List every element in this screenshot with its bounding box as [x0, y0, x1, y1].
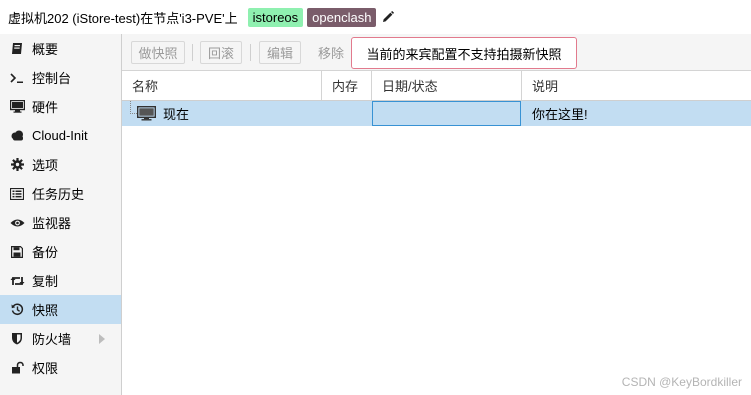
sidebar-item-task-history[interactable]: 任务历史	[0, 179, 121, 208]
column-header-name[interactable]: 名称	[122, 71, 322, 100]
description-cell: 你在这里!	[532, 107, 588, 122]
toolbar-separator	[250, 44, 251, 61]
eye-icon	[9, 215, 25, 231]
tree-connector	[130, 101, 137, 114]
sidebar-item-label: Cloud-Init	[32, 128, 88, 143]
sidebar-item-replication[interactable]: 复制	[0, 266, 121, 295]
terminal-icon	[9, 70, 25, 86]
list-icon	[9, 186, 25, 202]
toolbar-separator	[192, 44, 193, 61]
sidebar-item-snapshots[interactable]: 快照	[0, 295, 121, 324]
monitor-icon	[137, 106, 156, 121]
sidebar-item-monitor[interactable]: 监视器	[0, 208, 121, 237]
remove-button[interactable]: 移除	[310, 41, 352, 64]
date-cell[interactable]	[372, 101, 521, 126]
title-bar: 虚拟机202 (iStore-test)在节点'i3-PVE'上 istoreo…	[0, 0, 751, 34]
current-state-cell: 现在	[137, 101, 189, 126]
rollback-button[interactable]: 回滚	[200, 41, 242, 64]
column-header-description[interactable]: 说明	[522, 71, 751, 100]
take-snapshot-button[interactable]: 做快照	[131, 41, 185, 64]
monitor-icon	[9, 99, 25, 115]
column-header-ram[interactable]: 内存	[322, 71, 372, 100]
cloud-icon	[9, 128, 25, 144]
column-header-date[interactable]: 日期/状态	[372, 71, 522, 100]
book-icon	[9, 41, 25, 57]
vm-title: 虚拟机202 (iStore-test)在节点'i3-PVE'上	[8, 10, 238, 26]
snapshot-name: 现在	[163, 107, 190, 122]
sidebar-item-cloud-init[interactable]: Cloud-Init	[0, 121, 121, 150]
sidebar-item-hardware[interactable]: 硬件	[0, 92, 121, 121]
sidebar-item-summary[interactable]: 概要	[0, 34, 121, 63]
warning-message: 当前的来宾配置不支持拍摄新快照	[351, 37, 577, 69]
edit-button[interactable]: 编辑	[259, 41, 301, 64]
floppy-icon	[9, 244, 25, 260]
sidebar-item-label: 任务历史	[32, 187, 85, 202]
sidebar-item-label: 硬件	[32, 100, 59, 115]
sidebar: 概要 控制台 硬件 Cloud-Init 选项 任务历史 监视器 备份 复制 快…	[0, 34, 122, 395]
retweet-icon	[9, 273, 25, 289]
sidebar-item-firewall[interactable]: 防火墙	[0, 324, 121, 353]
history-icon	[9, 302, 25, 318]
sidebar-item-options[interactable]: 选项	[0, 150, 121, 179]
sidebar-item-backup[interactable]: 备份	[0, 237, 121, 266]
unlock-icon	[9, 360, 25, 376]
sidebar-item-label: 监视器	[32, 216, 72, 231]
sidebar-item-label: 复制	[32, 274, 59, 289]
table-row[interactable]: 现在 你在这里!	[122, 101, 751, 126]
sidebar-item-label: 权限	[32, 361, 59, 376]
sidebar-item-label: 选项	[32, 158, 59, 173]
gear-icon	[9, 157, 25, 173]
snapshot-panel: 做快照 回滚 编辑 移除 当前的来宾配置不支持拍摄新快照 名称 内存 日期/状态…	[122, 34, 751, 395]
tag-openclash[interactable]: openclash	[307, 7, 377, 27]
chevron-right-icon[interactable]	[99, 334, 105, 344]
sidebar-item-label: 备份	[32, 245, 59, 260]
sidebar-item-label: 防火墙	[32, 332, 72, 347]
watermark: CSDN @KeyBordkiller	[621, 375, 742, 389]
sidebar-item-label: 控制台	[32, 71, 72, 86]
pencil-icon[interactable]	[382, 11, 395, 23]
tag-istoreos[interactable]: istoreos	[247, 7, 304, 27]
sidebar-item-console[interactable]: 控制台	[0, 63, 121, 92]
shield-icon	[9, 331, 25, 347]
grid-header: 名称 内存 日期/状态 说明	[122, 71, 751, 101]
sidebar-item-label: 概要	[32, 42, 59, 57]
sidebar-item-permissions[interactable]: 权限	[0, 353, 121, 382]
sidebar-item-label: 快照	[32, 303, 59, 318]
ram-cell	[322, 101, 372, 126]
toolbar: 做快照 回滚 编辑 移除 当前的来宾配置不支持拍摄新快照	[122, 34, 751, 71]
